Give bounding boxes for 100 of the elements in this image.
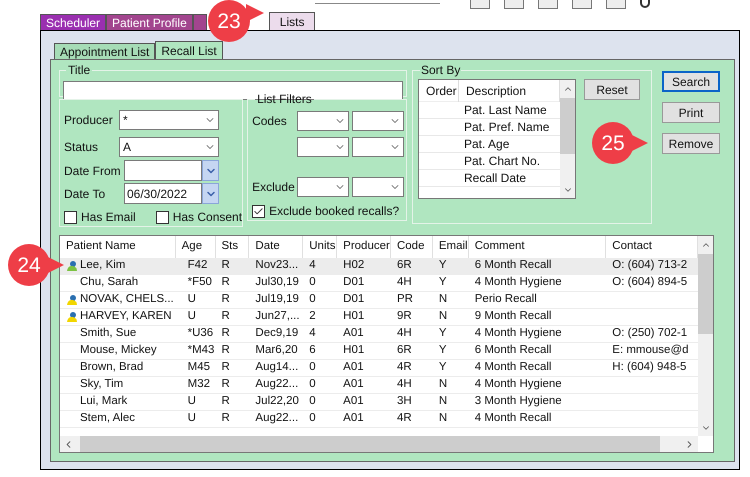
toolbar-icon[interactable] [572, 0, 592, 9]
table-cell-text: N [438, 394, 448, 410]
action-button[interactable]: Print [662, 102, 720, 123]
table-cell-text: H01 [343, 343, 364, 358]
column-header[interactable]: Order [419, 80, 459, 102]
table-cell-text: Aug22... [255, 377, 298, 392]
table-cell-text: Smith, Sue [80, 326, 136, 342]
toolbar-icon[interactable] [606, 0, 626, 9]
toolbar-icon[interactable] [470, 0, 490, 9]
title-label: Title [68, 63, 90, 77]
table-cell-text: *M43 [188, 343, 214, 358]
table-row[interactable]: Lui, Mark U R Jul22,20 0 A01 3H N 3 Month Hygiene [60, 394, 698, 411]
toolbar-icon[interactable] [504, 0, 524, 9]
table-cell-text: Jul30,19 [255, 275, 299, 290]
table-cell-text: 4 [309, 326, 316, 342]
module-tab[interactable]: Lists [268, 12, 316, 30]
list-tab[interactable]: Appointment List [54, 43, 156, 59]
table-cell-text: A01 [343, 326, 364, 342]
table-cell-text: R [222, 309, 230, 324]
sort-option[interactable]: Pat. Chart No. [459, 153, 540, 169]
reset-button[interactable]: Reset [584, 79, 640, 100]
producer-label: Producer [64, 112, 114, 129]
status-dropdown[interactable]: A [119, 137, 219, 157]
calendar-dropdown-button[interactable] [202, 160, 219, 181]
table-cell-text: Jul22,20 [255, 394, 299, 410]
table-cell-text: 0 [309, 292, 316, 308]
table-row[interactable]: Mouse, Mickey *M43 R Mar6,20 6 H01 6R Y 6 Month Recall E: mmouse@d [60, 343, 698, 360]
action-button[interactable]: Remove [662, 133, 720, 154]
list-tab[interactable]: Recall List [155, 41, 223, 59]
module-tab[interactable]: Scheduler [40, 14, 106, 30]
toolbar-field[interactable] [315, 0, 440, 4]
table-cell-text: 4 Month Hygiene [474, 275, 562, 290]
exclude-label: Exclude [252, 179, 296, 196]
table-cell-text: R [222, 394, 230, 410]
table-cell-text: R [222, 258, 230, 274]
table-cell-text: Stem, Alec [80, 411, 135, 426]
table-cell-text: Chu, Sarah [80, 275, 138, 290]
table-row[interactable]: NOVAK, CHELS... U R Jul19,19 0 D01 PR N Perio Recall [60, 292, 698, 309]
table-cell-text: 4 Month Recall [474, 360, 552, 376]
checkbox[interactable] [252, 204, 266, 218]
table-cell-text: 4H [396, 275, 412, 290]
date-to-field[interactable]: 06/30/2022 [124, 183, 202, 204]
table-cell-text: U [188, 394, 196, 410]
table-row[interactable]: Brown, Brad M45 R Aug14... 0 A01 4R Y 4 Month Recall H: (604) 948-5 [60, 360, 698, 377]
table-cell-text: 0 [309, 377, 316, 392]
table-cell-text: A01 [343, 360, 364, 376]
table-cell-text: Aug22... [255, 411, 298, 426]
code-dropdown[interactable] [297, 137, 350, 157]
table-cell-text: 4 [309, 258, 316, 274]
table-cell-text: 4 Month Recall [474, 411, 552, 426]
scrollbar[interactable] [698, 236, 713, 436]
exclude-dropdown[interactable] [352, 177, 404, 197]
table-row[interactable]: Chu, Sarah *F50 R Jul30,19 0 D01 4H Y 4 Month Hygiene O: (604) 894-5 [60, 275, 698, 292]
table-cell-text: Aug14... [255, 360, 298, 376]
table-cell-text: E: mmouse@d [612, 343, 689, 358]
table-row[interactable]: Stem, Alec U R Aug22... 0 A01 4R N 4 Month Recall [60, 411, 698, 428]
table-cell-text: F42 [188, 258, 208, 274]
checkbox[interactable] [64, 210, 77, 224]
sort-option[interactable]: Pat. Pref. Name [459, 119, 550, 135]
table-cell-text: 2 [309, 309, 316, 324]
table-cell-text: 0 [309, 411, 316, 426]
module-tab[interactable]: Patient Profile [106, 14, 193, 30]
table-row[interactable]: Sky, Tim M32 R Aug22... 0 A01 4H N 4 Month Hygiene [60, 377, 698, 394]
table-row[interactable]: HARVEY, KAREN U R Jun27,... 2 H01 9R N 9 Month Recall [60, 309, 698, 326]
status-label: Status [64, 139, 100, 156]
table-cell-text: *F50 [188, 275, 212, 290]
table-cell-text: O: (604) 713-2 [612, 258, 688, 274]
table-cell-text: A01 [343, 377, 364, 392]
sort-option[interactable]: Pat. Age [459, 136, 510, 152]
table-cell-text: 4 Month Hygiene [474, 377, 562, 392]
table-row[interactable]: Lee, Kim F42 R Nov23... 4 H02 6R Y 6 Month Recall O: (604) 713-2 [60, 258, 698, 275]
code-dropdown[interactable] [297, 111, 350, 131]
table-cell-text: 4R [396, 360, 412, 376]
producer-dropdown[interactable]: * [119, 110, 219, 130]
table-cell-text: N [438, 411, 448, 426]
date-from-field[interactable] [124, 160, 202, 181]
sort-option[interactable]: Recall Date [459, 170, 526, 186]
calendar-dropdown-button[interactable] [202, 183, 219, 204]
scrollbar[interactable] [560, 80, 575, 198]
table-cell-text: 0 [309, 394, 316, 410]
checkbox[interactable] [156, 210, 169, 224]
table-row[interactable]: Smith, Sue *U36 R Dec9,19 4 A01 4H Y 4 Month Hygiene O: (250) 702-1 [60, 326, 698, 343]
code-dropdown[interactable] [352, 137, 404, 157]
code-dropdown[interactable] [352, 111, 404, 131]
table-cell-text: R [222, 377, 230, 392]
table-cell-text: Lui, Mark [80, 394, 128, 410]
table-cell-text: 6 Month Recall [474, 258, 552, 274]
table-cell-text: Mouse, Mickey [80, 343, 157, 358]
exclude-dropdown[interactable] [297, 177, 350, 197]
toolbar-icon[interactable] [538, 0, 558, 9]
table-cell-text: Y [438, 275, 447, 290]
table-cell-text: Y [438, 258, 447, 274]
date-to-label: Date To [64, 186, 106, 202]
action-button[interactable]: Search [662, 71, 720, 92]
table-cell-text: Jul19,19 [255, 292, 299, 308]
check-icon [253, 206, 264, 216]
sort-option[interactable]: Pat. Last Name [459, 102, 547, 118]
scrollbar[interactable] [60, 436, 698, 452]
table-cell-text: 0 [309, 360, 316, 376]
table-cell-text: NOVAK, CHELS... [80, 292, 174, 308]
